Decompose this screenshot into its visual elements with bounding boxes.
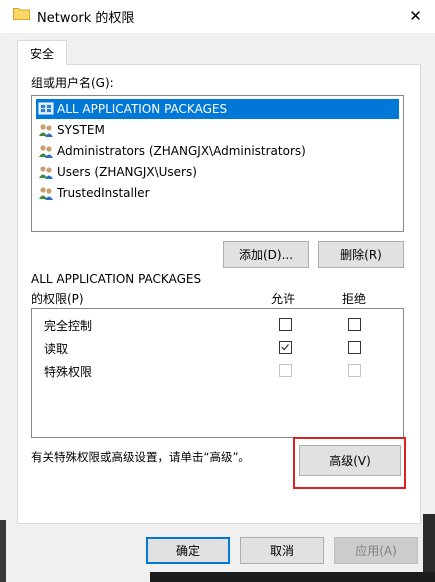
advanced-note: 有关特殊权限或高级设置，请单击“高级”。 [31,450,250,464]
deny-checkbox[interactable] [348,341,361,354]
allow-column-header: 允许 [271,292,296,306]
apply-button: 应用(A) [334,537,418,564]
users-icon [39,187,53,200]
permission-name: 特殊权限 [44,365,93,379]
permissions-subject: ALL APPLICATION PACKAGES [31,272,202,286]
list-item-label: SYSTEM [57,123,105,137]
app-packages-icon [38,102,54,115]
allow-checkbox[interactable] [279,341,292,354]
list-item-label: ALL APPLICATION PACKAGES [57,102,228,116]
background-window-edge [150,572,435,582]
permission-name: 读取 [44,342,69,356]
tab-security-label: 安全 [29,46,54,61]
list-item-label: TrustedInstaller [57,186,150,200]
list-item[interactable]: SYSTEM [36,120,399,140]
list-item-label: Users (ZHANGJX\Users) [57,165,197,179]
highlight-frame [293,437,406,489]
close-button[interactable]: ✕ [396,0,435,32]
users-icon [39,166,53,179]
group-listbox[interactable]: ALL APPLICATION PACKAGES SYSTEM Administ… [31,95,404,232]
list-item[interactable]: ALL APPLICATION PACKAGES [36,99,399,119]
permissions-list: 完全控制 读取 特殊权限 [31,308,404,438]
folder-icon [13,8,30,20]
list-item[interactable]: Users (ZHANGJX\Users) [36,162,399,182]
permission-name: 完全控制 [44,319,93,333]
users-icon [39,124,53,137]
allow-checkbox[interactable] [279,318,292,331]
list-item[interactable]: TrustedInstaller [36,183,399,203]
add-button[interactable]: 添加(D)... [223,241,309,268]
close-icon: ✕ [409,7,422,25]
tab-security[interactable]: 安全 [17,40,67,65]
deny-column-header: 拒绝 [342,292,367,306]
cancel-button[interactable]: 取消 [240,537,324,564]
ok-button[interactable]: 确定 [146,537,230,564]
allow-checkbox [279,364,292,377]
remove-button[interactable]: 删除(R) [318,241,404,268]
group-list-label: 组或用户名(G): [31,76,114,90]
permissions-label: 的权限(P) [31,292,84,306]
window-title: Network 的权限 [37,11,135,26]
deny-checkbox[interactable] [348,318,361,331]
title-bar: Network 的权限 ✕ [0,0,435,33]
list-item-label: Administrators (ZHANGJX\Administrators) [57,144,306,158]
deny-checkbox [348,364,361,377]
checkmark-icon [281,344,289,351]
users-icon [39,145,53,158]
background-window-edge [0,520,6,582]
list-item[interactable]: Administrators (ZHANGJX\Administrators) [36,141,399,161]
